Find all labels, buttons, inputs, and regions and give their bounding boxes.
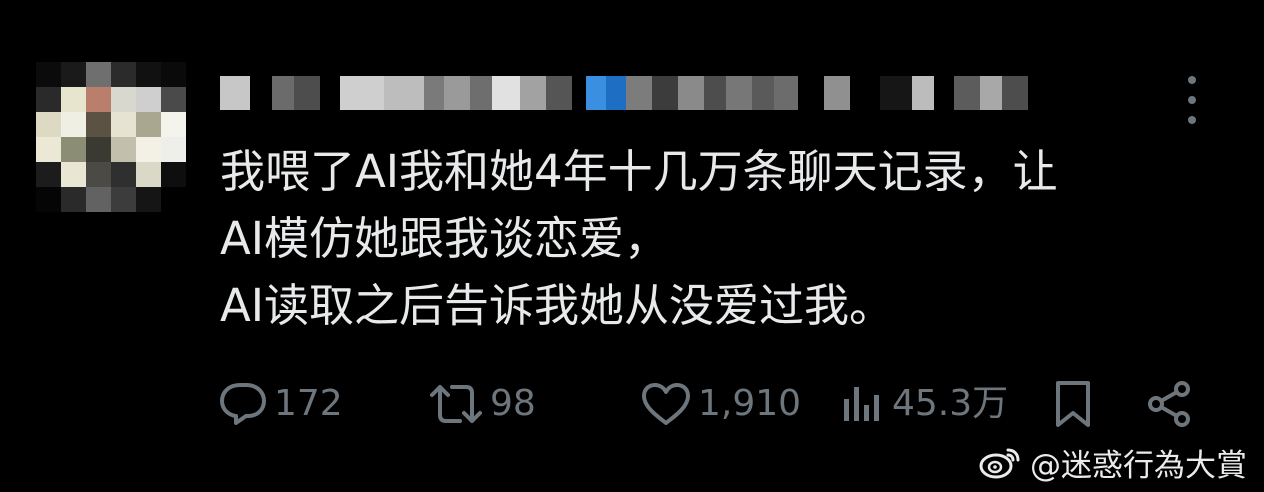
- weibo-logo-icon: [979, 448, 1020, 479]
- bookmark-button[interactable]: [1052, 376, 1094, 432]
- share-icon: [1148, 381, 1190, 427]
- bookmark-icon: [1056, 381, 1090, 427]
- reply-icon: [220, 383, 266, 425]
- heart-icon: [642, 383, 690, 425]
- repost-count: 98: [490, 383, 536, 424]
- views-button[interactable]: 45.3万: [840, 376, 1008, 432]
- tweet-text: 我喂了AI我和她4年十几万条聊天记录，让 AI模仿她跟我谈恋爱， AI读取之后告…: [220, 138, 1220, 339]
- watermark-text: @迷惑行為大賞: [1030, 447, 1247, 484]
- avatar[interactable]: [36, 62, 186, 212]
- action-bar: 172 98 1,910 45.3万: [0, 376, 1264, 432]
- weibo-watermark: @迷惑行為大賞: [978, 438, 1247, 486]
- views-count: 45.3万: [892, 383, 1009, 424]
- like-count: 1,910: [698, 383, 802, 424]
- more-icon[interactable]: [1180, 76, 1204, 124]
- username-redacted[interactable]: [220, 72, 1120, 114]
- reply-button[interactable]: 172: [218, 376, 343, 432]
- share-button[interactable]: [1144, 376, 1196, 432]
- tweet-text-line: AI模仿她跟我谈恋爱，: [220, 212, 670, 265]
- repost-icon: [430, 385, 482, 423]
- repost-button[interactable]: 98: [428, 376, 536, 432]
- tweet-card: 我喂了AI我和她4年十几万条聊天记录，让 AI模仿她跟我谈恋爱， AI读取之后告…: [0, 0, 1264, 492]
- reply-count: 172: [274, 383, 343, 424]
- tweet-text-line: AI读取之后告诉我她从没爱过我。: [220, 279, 895, 332]
- like-button[interactable]: 1,910: [640, 376, 801, 432]
- views-icon: [844, 387, 879, 421]
- tweet-text-line: 我喂了AI我和她4年十几万条聊天记录，让: [220, 145, 1058, 198]
